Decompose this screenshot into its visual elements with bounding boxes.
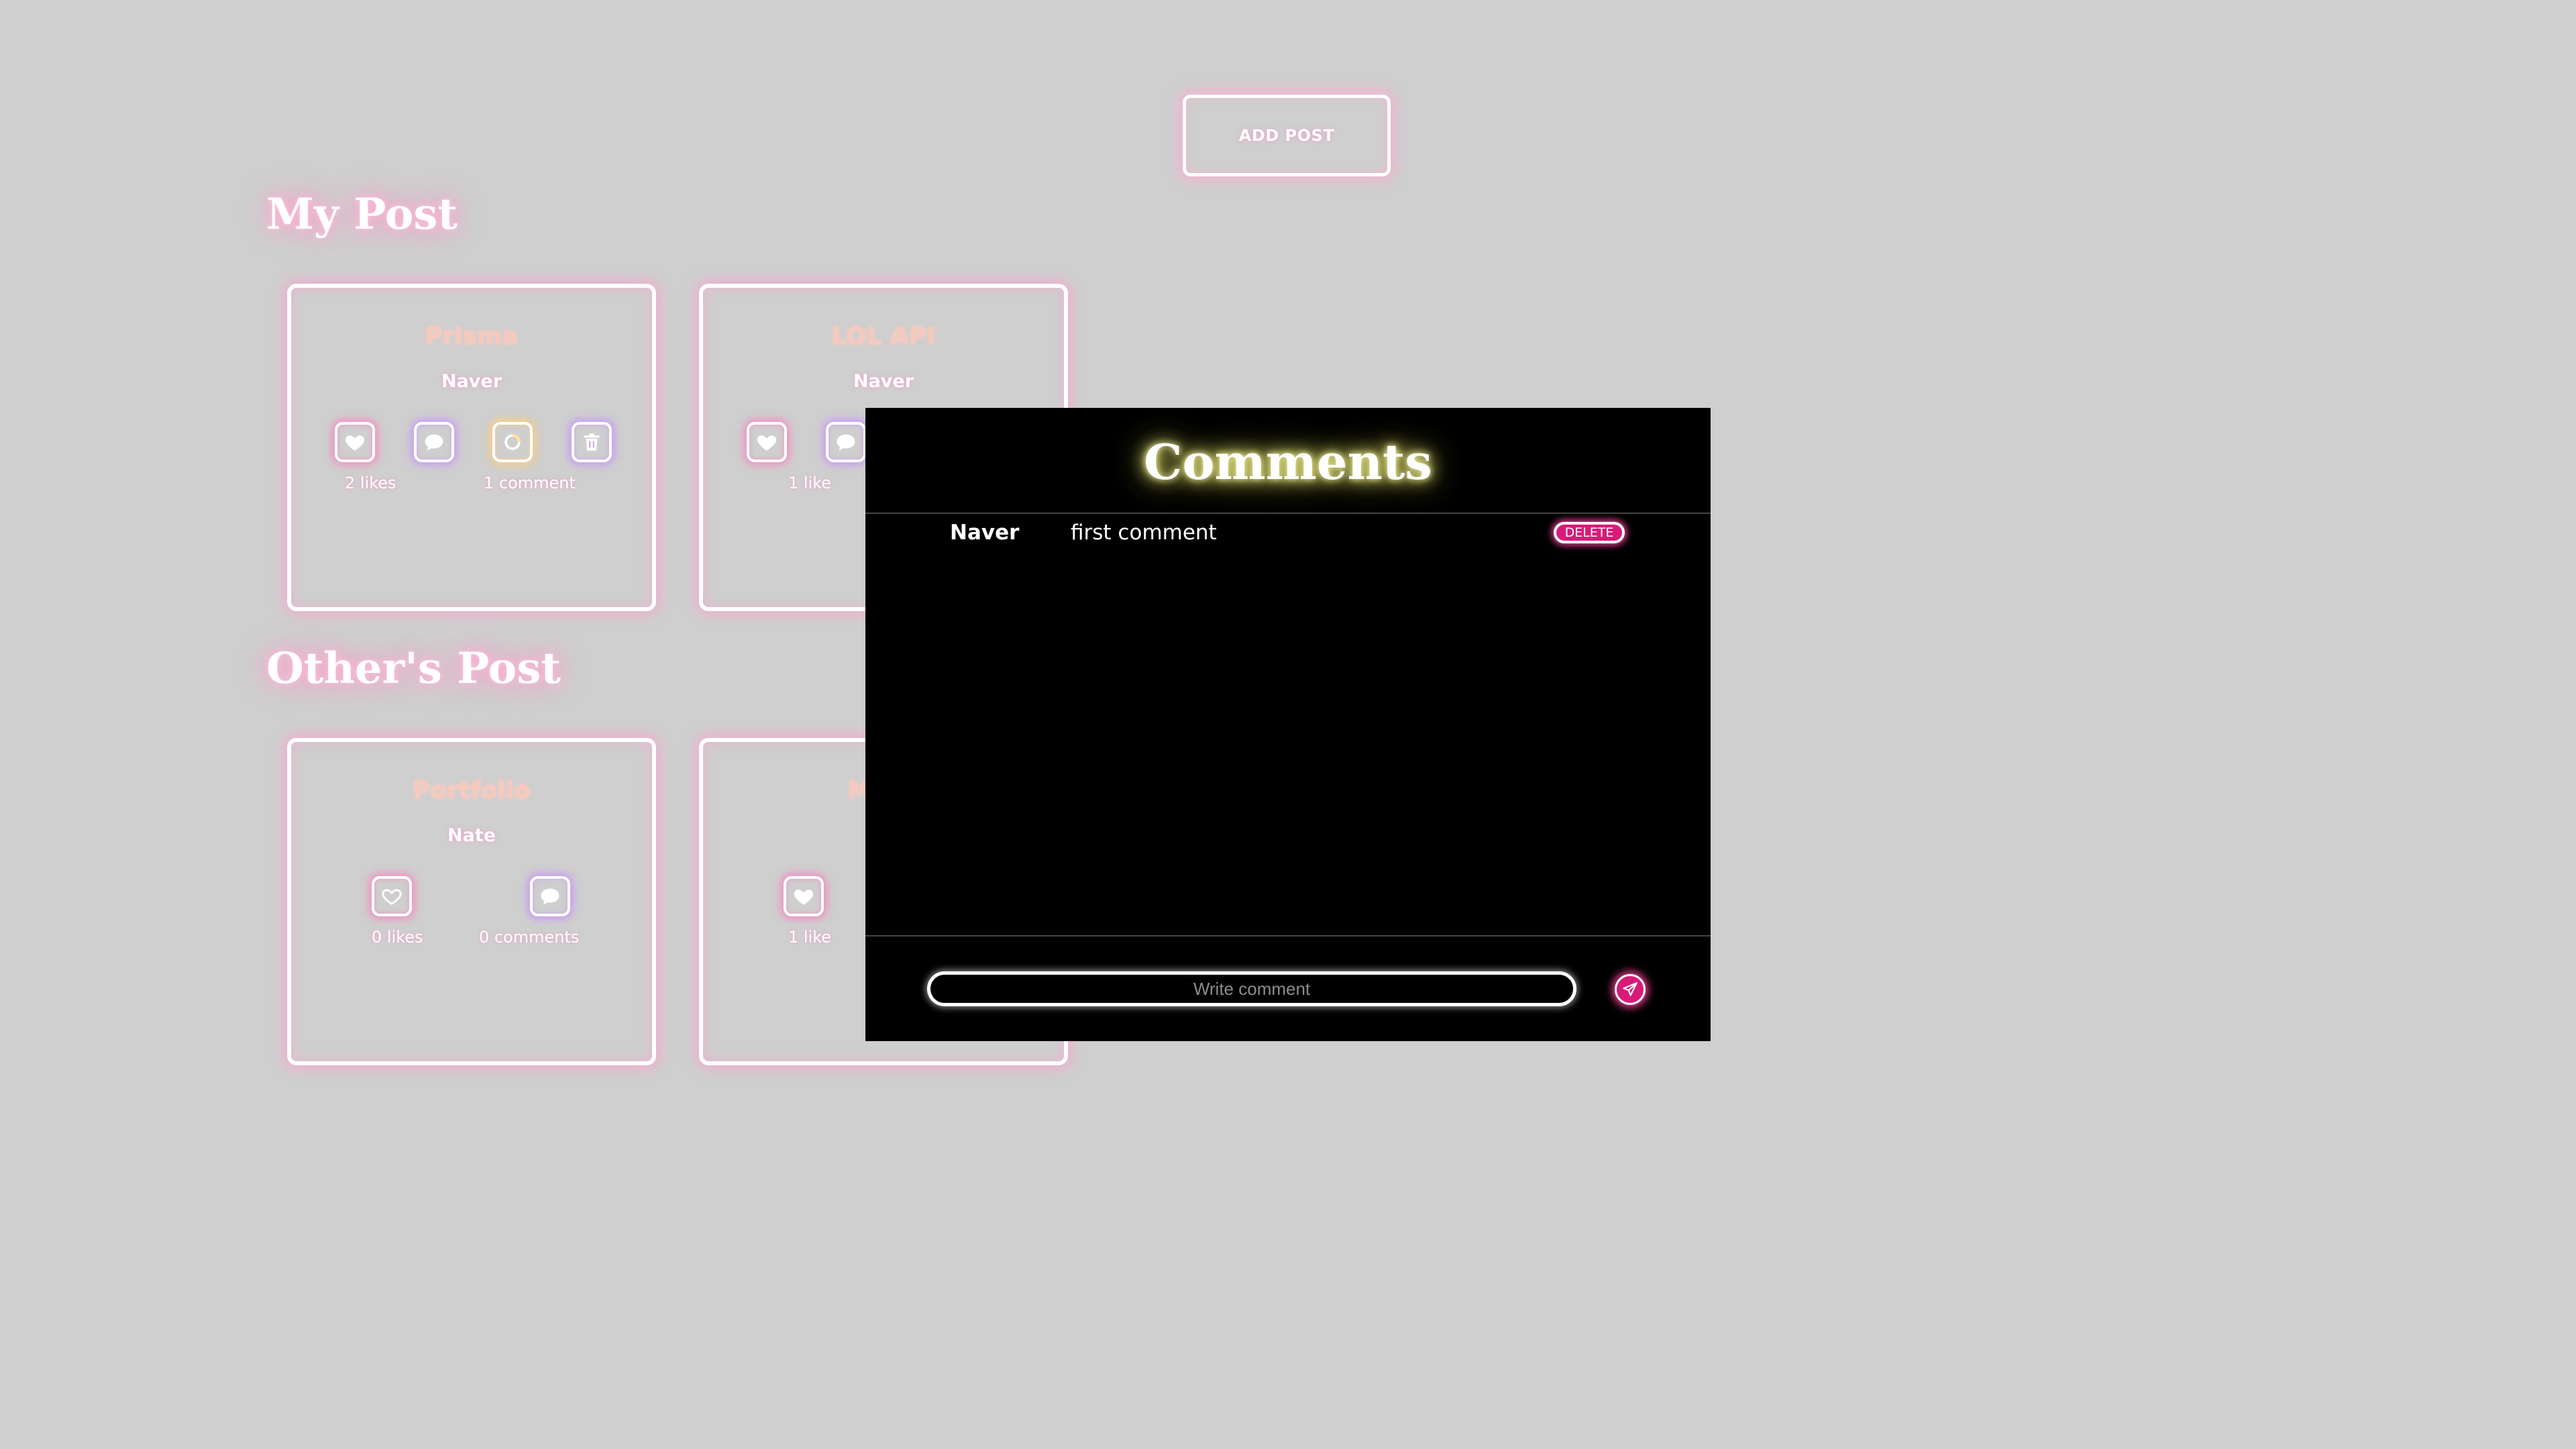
comment-button[interactable] bbox=[530, 876, 570, 916]
comments-modal: Comments Naver first comment DELETE bbox=[865, 408, 1711, 1041]
add-post-button[interactable]: ADD POST bbox=[1183, 95, 1391, 176]
comments-count: 0 comments bbox=[479, 928, 580, 947]
likes-count: 1 like bbox=[788, 928, 832, 947]
like-button[interactable] bbox=[784, 876, 824, 916]
divider bbox=[865, 513, 1711, 514]
likes-count: 1 like bbox=[788, 474, 832, 492]
post-author: Naver bbox=[441, 371, 502, 392]
delete-post-button[interactable] bbox=[572, 422, 612, 462]
like-button[interactable] bbox=[372, 876, 412, 916]
likes-count: 2 likes bbox=[345, 474, 396, 492]
others-post-heading: Other's Post bbox=[266, 643, 561, 694]
edit-button[interactable] bbox=[492, 422, 533, 462]
comment-author: Naver bbox=[950, 521, 1020, 545]
comment-button[interactable] bbox=[826, 422, 866, 462]
edit-icon bbox=[504, 433, 521, 450]
comment-icon bbox=[837, 434, 855, 451]
post-card[interactable]: Portfolio Nate 0 likes 0 comments bbox=[287, 738, 656, 1065]
modal-title: Comments bbox=[1144, 433, 1432, 490]
comment-input[interactable] bbox=[927, 971, 1576, 1006]
heart-icon bbox=[345, 435, 365, 451]
comments-count: 1 comment bbox=[484, 474, 576, 492]
my-post-heading: My Post bbox=[266, 189, 458, 239]
comment-icon bbox=[541, 888, 559, 905]
heart-outline-icon bbox=[382, 889, 402, 905]
post-title: Prisma bbox=[425, 323, 519, 350]
comment-button[interactable] bbox=[414, 422, 454, 462]
delete-comment-button[interactable]: DELETE bbox=[1554, 522, 1625, 543]
send-comment-button[interactable] bbox=[1615, 974, 1646, 1005]
post-title: Portfolio bbox=[413, 777, 531, 804]
trash-icon bbox=[584, 433, 600, 451]
comment-icon bbox=[425, 434, 443, 451]
like-button[interactable] bbox=[747, 422, 787, 462]
post-author: Nate bbox=[447, 825, 496, 846]
heart-icon bbox=[757, 435, 777, 451]
heart-icon bbox=[794, 890, 814, 905]
likes-count: 0 likes bbox=[372, 928, 423, 947]
like-button[interactable] bbox=[335, 422, 375, 462]
post-author: Naver bbox=[853, 371, 914, 392]
post-title: LOL API bbox=[831, 323, 936, 350]
comment-text: first comment bbox=[1071, 521, 1217, 545]
divider bbox=[865, 935, 1711, 936]
send-icon bbox=[1623, 982, 1638, 996]
post-card[interactable]: Prisma Naver 2 likes 1 comment bbox=[287, 284, 656, 611]
